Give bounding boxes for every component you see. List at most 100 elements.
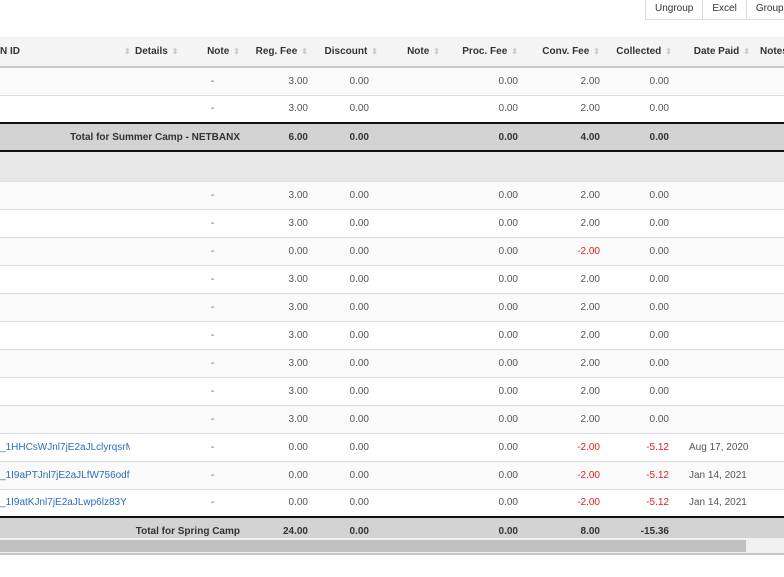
- discount-cell: 0.00: [313, 209, 383, 238]
- conv-fee-cell: 2.00: [523, 181, 605, 210]
- sort-updown-icon[interactable]: ⬍: [433, 47, 440, 56]
- txn-id-cell: [0, 265, 130, 294]
- column-header-details[interactable]: Details ⬍: [130, 37, 180, 68]
- table-row[interactable]: -3.00 0.00 0.00 2.00 0.00: [0, 349, 784, 378]
- column-header-conv-fee[interactable]: Conv. Fee ⬍: [523, 37, 605, 68]
- table-row[interactable]: -3.00 0.00 0.00 2.00 0.00: [0, 209, 784, 238]
- group-total-row: Total for Summer Camp - NETBANX 6.00 0.00 0…: [0, 122, 784, 152]
- column-header-date-paid[interactable]: Date Paid ⬍: [677, 37, 755, 68]
- collected-cell: 0.00: [605, 321, 677, 350]
- group-header-row[interactable]: [0, 151, 784, 182]
- column-header-label: Discount: [324, 46, 368, 57]
- details-cell: [130, 433, 180, 462]
- table-row[interactable]: -3.00 0.00 0.00 2.00 0.00: [0, 67, 784, 96]
- discount-cell: 0.00: [313, 181, 383, 210]
- table-row[interactable]: -3.00 0.00 0.00 2.00 0.00: [0, 377, 784, 406]
- txn-id-cell: [0, 405, 130, 434]
- sort-updown-icon[interactable]: ⬍: [233, 47, 240, 56]
- date-paid-cell: [677, 293, 755, 322]
- collected-cell: -5.12: [605, 489, 677, 518]
- sort-updown-icon[interactable]: ⬍: [743, 47, 750, 56]
- column-header-label: Note: [407, 46, 430, 57]
- table-row[interactable]: -3.00 0.00 0.00 2.00 0.00: [0, 181, 784, 210]
- txn-id-link[interactable]: _1HHCsWJnl7jE2aJLclyrqsrM: [0, 442, 130, 453]
- reg-fee-cell: 3.00: [245, 67, 313, 96]
- transactions-grid: N ID ⬍ Details ⬍ Note ⬍ Reg. Fee ⬍ Discount ⬍ Note…: [0, 37, 784, 546]
- txn-id-cell: [0, 349, 130, 378]
- grid-toolbar: Ungroup Excel Group By: [645, 0, 784, 20]
- table-row[interactable]: _1I9aPTJnl7jE2aJLfW756odf -0.00 0.00 0.00 -2…: [0, 461, 784, 490]
- date-paid-cell: [677, 237, 755, 266]
- table-row[interactable]: _1HHCsWJnl7jE2aJLclyrqsrM -0.00 0.00 0.00 -2…: [0, 433, 784, 462]
- proc-fee-cell: 0.00: [445, 349, 523, 378]
- note-2-cell: [383, 95, 445, 124]
- notes-cell: [755, 209, 784, 238]
- table-row[interactable]: _1I9atKJnl7jE2aJLwp6lz83Y -0.00 0.00 0.00 -2…: [0, 489, 784, 518]
- proc-fee-cell: 0.00: [445, 377, 523, 406]
- horizontal-scrollbar[interactable]: [0, 538, 784, 555]
- column-header-label: Notes: [760, 46, 784, 57]
- discount-cell: 0.00: [313, 377, 383, 406]
- proc-fee-cell: 0.00: [445, 321, 523, 350]
- note-cell: -: [180, 405, 245, 434]
- column-header-proc-fee[interactable]: Proc. Fee ⬍: [445, 37, 523, 68]
- column-header-txn-id[interactable]: N ID ⬍: [0, 37, 131, 68]
- sort-updown-icon[interactable]: ⬍: [301, 47, 308, 56]
- txn-id-cell: [0, 293, 130, 322]
- table-row[interactable]: -3.00 0.00 0.00 2.00 0.00: [0, 405, 784, 434]
- sort-updown-icon[interactable]: ⬍: [511, 47, 518, 56]
- conv-fee-cell: 2.00: [523, 67, 605, 96]
- column-header-note[interactable]: Note ⬍: [180, 37, 245, 68]
- column-header-reg-fee[interactable]: Reg. Fee ⬍: [245, 37, 313, 68]
- date-paid-cell: [677, 349, 755, 378]
- column-header-note-2[interactable]: Note ⬍: [383, 37, 445, 68]
- sort-updown-icon[interactable]: ⬍: [593, 47, 600, 56]
- conv-fee-cell: -2.00: [523, 489, 605, 518]
- discount-cell: 0.00: [313, 321, 383, 350]
- reg-fee-cell: 0.00: [245, 237, 313, 266]
- discount-cell: 0.00: [313, 405, 383, 434]
- date-paid-cell: [677, 67, 755, 96]
- column-header-label: Reg. Fee: [255, 46, 298, 57]
- txn-id-link[interactable]: _1I9aPTJnl7jE2aJLfW756odf: [0, 470, 130, 481]
- group-total-label: Total for Summer Camp - NETBANX: [0, 122, 245, 152]
- column-header-notes[interactable]: Notes⬍: [755, 37, 784, 68]
- proc-fee-cell: 0.00: [445, 95, 523, 124]
- total-date-paid: [677, 122, 755, 152]
- proc-fee-cell: 0.00: [445, 209, 523, 238]
- sort-updown-icon[interactable]: ⬍: [124, 47, 131, 56]
- total-conv-fee: 4.00: [523, 122, 605, 152]
- notes-cell: [755, 181, 784, 210]
- column-header-collected[interactable]: Collected ⬍: [605, 37, 677, 68]
- column-header-discount[interactable]: Discount ⬍: [313, 37, 383, 68]
- note-2-cell: [383, 67, 445, 96]
- date-paid-cell: Jan 14, 2021: [677, 461, 755, 490]
- date-paid-cell: [677, 95, 755, 124]
- column-header-label: Details: [135, 46, 168, 57]
- txn-id-cell: _1I9atKJnl7jE2aJLwp6lz83Y: [0, 489, 130, 518]
- note-2-cell: [383, 181, 445, 210]
- note-cell: -: [180, 349, 245, 378]
- total-collected: 0.00: [605, 122, 677, 152]
- table-row[interactable]: -3.00 0.00 0.00 2.00 0.00: [0, 293, 784, 322]
- sort-updown-icon[interactable]: ⬍: [371, 47, 378, 56]
- sort-updown-icon[interactable]: ⬍: [665, 47, 672, 56]
- group-header-cell: [0, 151, 784, 182]
- txn-id-link[interactable]: _1I9atKJnl7jE2aJLwp6lz83Y: [0, 497, 127, 508]
- conv-fee-cell: 2.00: [523, 209, 605, 238]
- proc-fee-cell: 0.00: [445, 237, 523, 266]
- sort-updown-icon[interactable]: ⬍: [172, 47, 179, 56]
- note-2-cell: [383, 405, 445, 434]
- scrollbar-thumb[interactable]: [0, 540, 746, 552]
- table-row[interactable]: -3.00 0.00 0.00 2.00 0.00: [0, 95, 784, 124]
- date-paid-cell: Jan 14, 2021: [677, 489, 755, 518]
- table-row[interactable]: -3.00 0.00 0.00 2.00 0.00: [0, 265, 784, 294]
- table-row[interactable]: -0.00 0.00 0.00 -2.00 0.00: [0, 237, 784, 266]
- ungroup-button[interactable]: Ungroup: [645, 0, 703, 20]
- reg-fee-cell: 3.00: [245, 181, 313, 210]
- group-by-button[interactable]: Group By: [745, 0, 784, 20]
- excel-export-button[interactable]: Excel: [702, 0, 746, 20]
- note-2-cell: [383, 321, 445, 350]
- table-row[interactable]: -3.00 0.00 0.00 2.00 0.00: [0, 321, 784, 350]
- note-2-cell: [383, 209, 445, 238]
